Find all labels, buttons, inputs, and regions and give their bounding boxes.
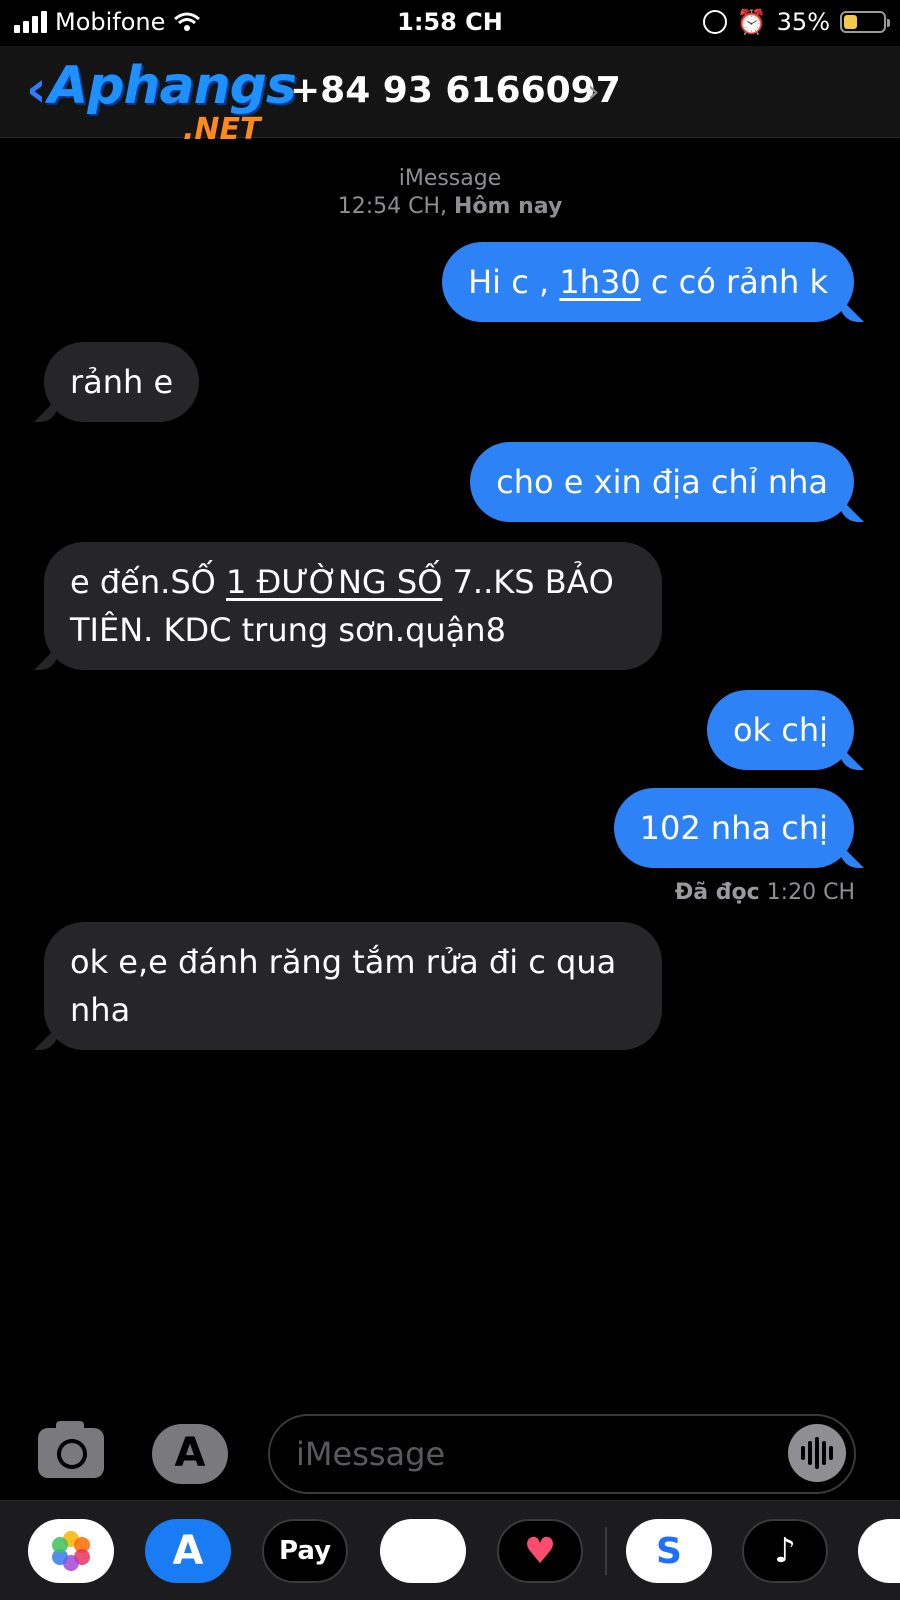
photos-flower-icon — [52, 1531, 90, 1571]
photos-icon[interactable] — [28, 1519, 114, 1583]
audio-message-icon[interactable] — [788, 1424, 846, 1482]
maps-icon[interactable] — [858, 1519, 900, 1583]
status-bar: Mobifone 1:58 CH ⏰ 35% — [0, 0, 900, 46]
message-text: 102 nha chị — [639, 809, 828, 847]
compose-bar: A — [0, 1408, 900, 1500]
apple-pay-icon[interactable]: Pay — [262, 1519, 348, 1583]
memoji-icon[interactable]: 😜 — [380, 1519, 466, 1583]
tiktok-icon[interactable]: ♪ — [742, 1519, 828, 1583]
message-text: TIÊN. KDC trung sơn.quận8 — [70, 611, 506, 649]
watermark-logo: Aphangs .NET — [48, 56, 297, 147]
message-text: nha — [70, 991, 131, 1029]
battery-percent: 35% — [776, 8, 830, 36]
message-bubble-outgoing[interactable]: ok chị — [706, 690, 854, 770]
status-right: ⏰ 35% — [702, 8, 890, 36]
message-text: e đến.SỐ — [70, 563, 226, 601]
battery-fill — [844, 15, 858, 29]
conversation-header: ‹ Aphangs .NET +84 93 6166097 › — [0, 46, 900, 147]
message-bubble-incoming[interactable]: ok e,e đánh răng tắm rửa đi c qua nha — [44, 922, 662, 1050]
app-store-drawer-icon[interactable]: A — [145, 1519, 231, 1583]
shazam-icon[interactable]: S — [626, 1519, 712, 1583]
message-text: Hi c , — [468, 263, 560, 301]
drawer-divider — [605, 1527, 607, 1575]
message-text: c có rảnh k — [640, 263, 828, 301]
digital-touch-heart-icon[interactable]: ♥ — [497, 1519, 583, 1583]
alarm-icon: ⏰ — [736, 8, 767, 36]
message-thread[interactable]: iMessage 12:54 CH, Hôm nay Hi c , 1h30 c… — [0, 138, 900, 1408]
message-bubble-outgoing[interactable]: cho e xin địa chỉ nha — [470, 442, 854, 522]
timestamp-day: Hôm nay — [454, 194, 563, 219]
message-bubble-incoming[interactable]: e đến.SỐ 1 ĐƯỜNG SỐ 7..KS BẢO TIÊN. KDC … — [44, 542, 662, 670]
back-chevron-icon[interactable]: ‹ — [26, 64, 47, 114]
imessage-app-drawer: A Pay 😜 ♥ S ♪ — [0, 1500, 900, 1600]
battery-icon — [840, 11, 890, 33]
message-input[interactable] — [268, 1414, 856, 1494]
read-receipt: Đã đọc 1:20 CH — [675, 880, 855, 905]
contact-chevron-icon[interactable]: › — [587, 72, 600, 110]
time-link[interactable]: 1h30 — [559, 263, 640, 301]
thread-timestamp: 12:54 CH, Hôm nay — [0, 194, 900, 219]
message-bubble-outgoing[interactable]: Hi c , 1h30 c có rảnh k — [442, 242, 854, 322]
message-text: cho e xin địa chỉ nha — [496, 463, 828, 501]
message-text: 7..KS BẢO — [442, 563, 614, 601]
read-label: Đã đọc — [674, 880, 760, 905]
timestamp-time: 12:54 CH, — [337, 194, 447, 219]
message-bubble-incoming[interactable]: rảnh e — [44, 342, 200, 422]
contact-name[interactable]: +84 93 6166097 — [290, 70, 621, 111]
message-text: ok chị — [732, 711, 828, 749]
rotation-lock-icon — [702, 10, 727, 34]
message-text: ok e,e đánh răng tắm rửa đi c qua — [70, 943, 617, 981]
apple-pay-label: Pay — [278, 1536, 332, 1566]
service-label: iMessage — [398, 166, 502, 191]
message-text: rảnh e — [70, 363, 174, 401]
read-time: 1:20 CH — [766, 880, 855, 905]
app-store-icon[interactable]: A — [152, 1424, 228, 1484]
message-bubble-outgoing[interactable]: 102 nha chị — [613, 788, 854, 868]
logo-main-text: Aphangs — [48, 56, 297, 116]
camera-icon[interactable] — [38, 1421, 104, 1478]
address-link[interactable]: 1 ĐƯỜNG SỐ — [226, 563, 442, 601]
